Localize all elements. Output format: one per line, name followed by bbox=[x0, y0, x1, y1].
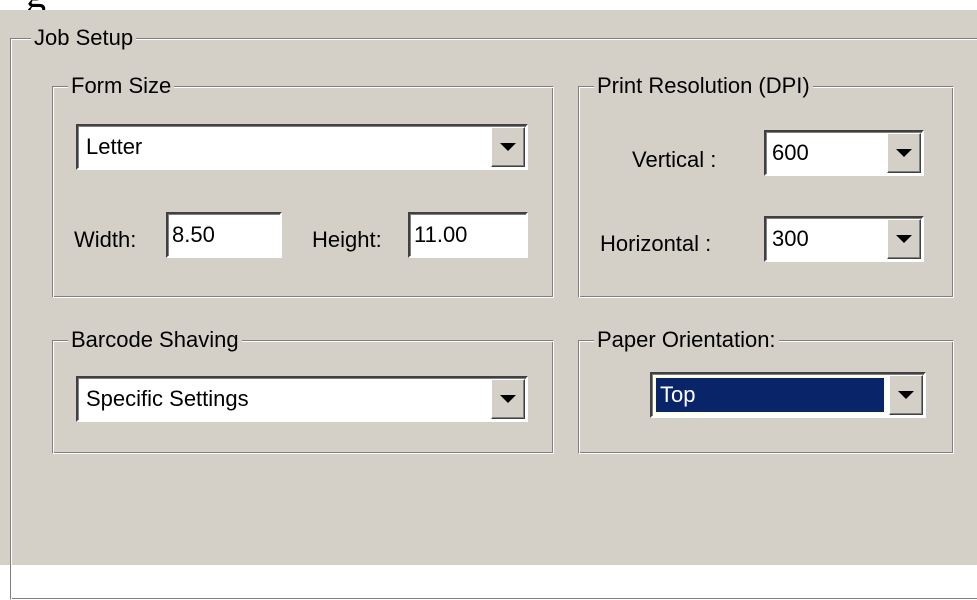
paper-orientation-dropdown-button[interactable] bbox=[889, 375, 923, 415]
horizontal-label: Horizontal : bbox=[600, 231, 712, 256]
vertical-dpi-dropdown-button[interactable] bbox=[887, 133, 921, 173]
width-field[interactable]: 8.50 bbox=[166, 212, 282, 258]
horizontal-dpi-dropdown[interactable]: 300 bbox=[764, 216, 924, 262]
form-size-dropdown[interactable]: Letter bbox=[76, 124, 528, 170]
paper-orientation-title: Paper Orientation: bbox=[594, 327, 779, 353]
form-size-dropdown-button[interactable] bbox=[491, 127, 525, 167]
horizontal-dpi-value: 300 bbox=[772, 226, 809, 251]
chevron-down-icon bbox=[898, 391, 914, 399]
chevron-down-icon bbox=[896, 149, 912, 157]
height-label: Height: bbox=[312, 227, 382, 252]
horizontal-dpi-dropdown-button[interactable] bbox=[887, 219, 921, 259]
dialog-panel: Job Setup Form Size Letter Width: 8.50 H… bbox=[0, 10, 977, 600]
width-label: Width: bbox=[74, 227, 137, 252]
cropped-header-strip: g bbox=[0, 0, 977, 10]
height-value: 11.00 bbox=[414, 222, 468, 247]
print-resolution-group: Print Resolution (DPI) bbox=[578, 73, 954, 298]
barcode-shaving-dropdown[interactable]: Specific Settings bbox=[76, 376, 528, 422]
barcode-shaving-title: Barcode Shaving bbox=[68, 327, 242, 353]
vertical-dpi-dropdown[interactable]: 600 bbox=[764, 130, 924, 176]
chevron-down-icon bbox=[896, 235, 912, 243]
width-value: 8.50 bbox=[172, 222, 215, 247]
job-setup-title: Job Setup bbox=[31, 25, 137, 51]
chevron-down-icon bbox=[500, 395, 516, 403]
form-size-value: Letter bbox=[86, 134, 143, 159]
vertical-dpi-value: 600 bbox=[772, 140, 809, 165]
paper-orientation-dropdown[interactable]: Top bbox=[650, 372, 926, 418]
barcode-shaving-dropdown-button[interactable] bbox=[491, 379, 525, 419]
cropped-heading-fragment: g bbox=[26, 0, 46, 10]
form-size-title: Form Size bbox=[68, 73, 175, 99]
vertical-label: Vertical : bbox=[632, 147, 717, 172]
paper-orientation-value: Top bbox=[655, 377, 885, 413]
barcode-shaving-value: Specific Settings bbox=[86, 386, 249, 411]
chevron-down-icon bbox=[500, 143, 516, 151]
height-field[interactable]: 11.00 bbox=[408, 212, 528, 258]
form-size-group: Form Size bbox=[52, 73, 554, 298]
print-resolution-title: Print Resolution (DPI) bbox=[594, 73, 813, 99]
